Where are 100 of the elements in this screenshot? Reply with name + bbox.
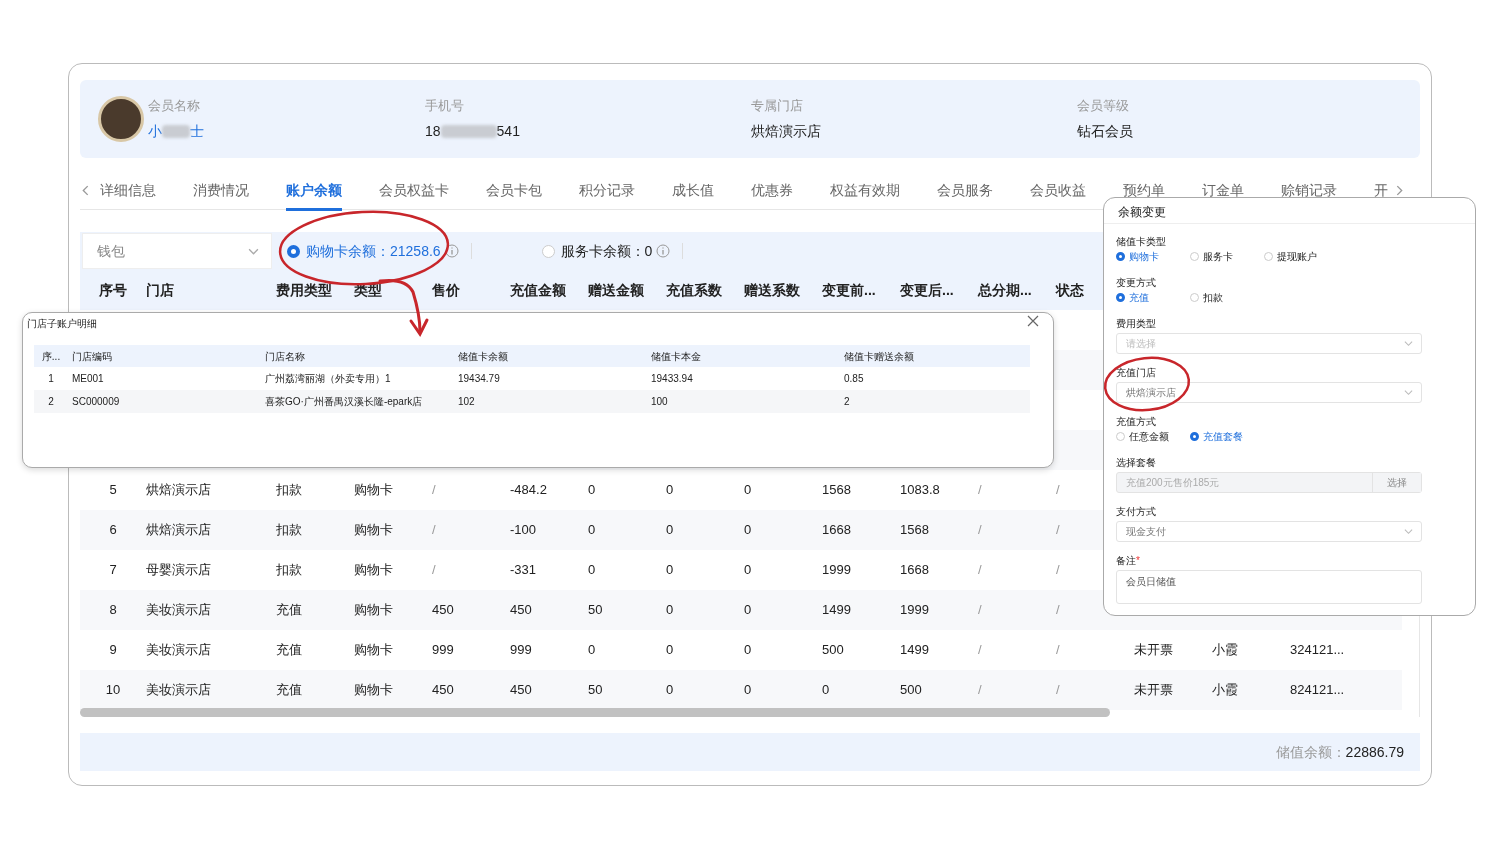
close-icon[interactable]: [1027, 315, 1039, 327]
tab[interactable]: 积分记录: [579, 171, 635, 210]
table-cell: 9: [109, 642, 117, 658]
field-value[interactable]: 小: [148, 121, 162, 143]
select-field[interactable]: 烘焙演示店: [1116, 382, 1422, 403]
column-header: 储值卡赠送余额: [840, 345, 1030, 367]
table-cell: 1568: [822, 482, 851, 498]
field-label: 会员等级: [1077, 96, 1130, 115]
tab[interactable]: 会员收益: [1030, 171, 1086, 210]
column-header: 赠送金额: [580, 270, 658, 310]
table-cell: 母婴演示店: [146, 562, 211, 578]
table-cell: 999: [510, 642, 532, 658]
wallet-select[interactable]: 钱包: [82, 233, 272, 269]
table-cell: /: [1056, 562, 1060, 578]
table-cell: 烘焙演示店: [146, 522, 211, 538]
balance-radio[interactable]: 服务卡余额：0: [541, 240, 653, 262]
tab[interactable]: 会员权益卡: [379, 171, 449, 210]
table-cell: 2: [840, 390, 1030, 413]
chevron-right-icon[interactable]: [1394, 185, 1405, 196]
column-header: 门店: [138, 270, 268, 310]
radio-option[interactable]: 任意金额: [1116, 429, 1172, 444]
tab[interactable]: 账户余额: [286, 171, 342, 210]
tab[interactable]: 成长值: [672, 171, 714, 210]
select-field[interactable]: 现金支付: [1116, 521, 1422, 542]
table-cell: 0: [666, 482, 674, 498]
chevron-down-icon: [1404, 527, 1413, 536]
table-cell: 0: [666, 602, 674, 618]
column-header: 储值卡本金: [647, 345, 840, 367]
info-icon[interactable]: [656, 244, 671, 258]
column-header: 门店名称: [261, 345, 454, 367]
note-field[interactable]: 会员日储值: [1116, 570, 1422, 604]
table-cell: 1668: [900, 562, 929, 578]
column-header: 序...: [34, 345, 68, 367]
table-cell: 购物卡: [354, 602, 393, 618]
field-label: 手机号: [425, 96, 465, 115]
column-header: 变更前...: [814, 270, 892, 310]
table-cell: /: [978, 602, 982, 618]
panel-title: 余额变更: [1104, 198, 1475, 224]
table-cell: 广州荔湾丽湖（外卖专用）1: [261, 367, 454, 390]
table-cell: 扣款: [276, 562, 302, 578]
table-cell: 充值: [276, 682, 302, 698]
table-cell: 0: [666, 562, 674, 578]
table-cell: 0: [744, 642, 752, 658]
column-header: 售价: [424, 270, 502, 310]
tab[interactable]: 消费情况: [193, 171, 249, 210]
radio-option[interactable]: 充值套餐: [1190, 429, 1246, 444]
table-cell: 450: [432, 682, 454, 698]
table-cell: 500: [900, 682, 922, 698]
table-cell: 小霞: [1212, 682, 1238, 698]
dialog-title: 门店子账户明细: [27, 317, 97, 331]
tab[interactable]: 详细信息: [100, 171, 156, 210]
tab[interactable]: 会员服务: [937, 171, 993, 210]
table-cell: /: [978, 562, 982, 578]
table-cell: 2: [34, 390, 68, 413]
table-cell: 0: [744, 522, 752, 538]
redaction-blur: [440, 125, 497, 139]
table-cell: 6: [109, 522, 117, 538]
table-cell: 0: [588, 482, 596, 498]
table-cell: -484.2: [510, 482, 547, 498]
table-cell: 小霞: [1212, 642, 1238, 658]
table-cell: 0.85: [840, 367, 1030, 390]
table-cell: 50: [588, 602, 603, 618]
radio-option[interactable]: 提现账户: [1264, 249, 1320, 264]
field-label: 会员名称: [148, 96, 201, 115]
table-cell: /: [978, 482, 982, 498]
table-cell: 扣款: [276, 522, 302, 538]
table-cell: 0: [822, 682, 830, 698]
scrollbar[interactable]: [80, 708, 1110, 717]
table-cell: 购物卡: [354, 682, 393, 698]
table-cell: 充值: [276, 642, 302, 658]
table-cell: 50: [588, 682, 603, 698]
field-value[interactable]: 士: [190, 121, 204, 143]
tab[interactable]: 会员卡包: [486, 171, 542, 210]
radio-option[interactable]: 扣款: [1190, 290, 1246, 305]
table-cell: /: [1056, 522, 1060, 538]
table-cell: 824121...: [1290, 682, 1345, 698]
field-label: 储值卡类型: [1116, 236, 1166, 247]
table-cell: 1668: [822, 522, 851, 538]
table-cell: 1: [34, 367, 68, 390]
field-label: 选择套餐: [1116, 457, 1156, 468]
chevron-left-icon[interactable]: [80, 185, 91, 196]
info-icon[interactable]: [444, 244, 459, 258]
table-cell: 5: [109, 482, 117, 498]
field-label: 费用类型: [1116, 318, 1156, 329]
balance-value: 22886.79: [1345, 742, 1404, 762]
table-cell: /: [978, 682, 982, 698]
table-cell: 1083.8: [900, 482, 940, 498]
chevron-down-icon: [1404, 388, 1413, 397]
field-label: 充值门店: [1116, 367, 1156, 378]
balance-radio[interactable]: 购物卡余额：21258.6: [287, 240, 441, 262]
tab[interactable]: 权益有效期: [830, 171, 900, 210]
field-value: 钻石会员: [1077, 122, 1133, 142]
table-cell: /: [1056, 602, 1060, 618]
table-cell: -331: [510, 562, 537, 578]
table-cell: 19433.94: [647, 367, 840, 390]
radio-option[interactable]: 购物卡: [1116, 249, 1172, 264]
table-cell: 购物卡: [354, 562, 393, 578]
radio-option[interactable]: 服务卡: [1190, 249, 1246, 264]
table-cell: 1999: [822, 562, 851, 578]
tab[interactable]: 优惠券: [751, 171, 793, 210]
